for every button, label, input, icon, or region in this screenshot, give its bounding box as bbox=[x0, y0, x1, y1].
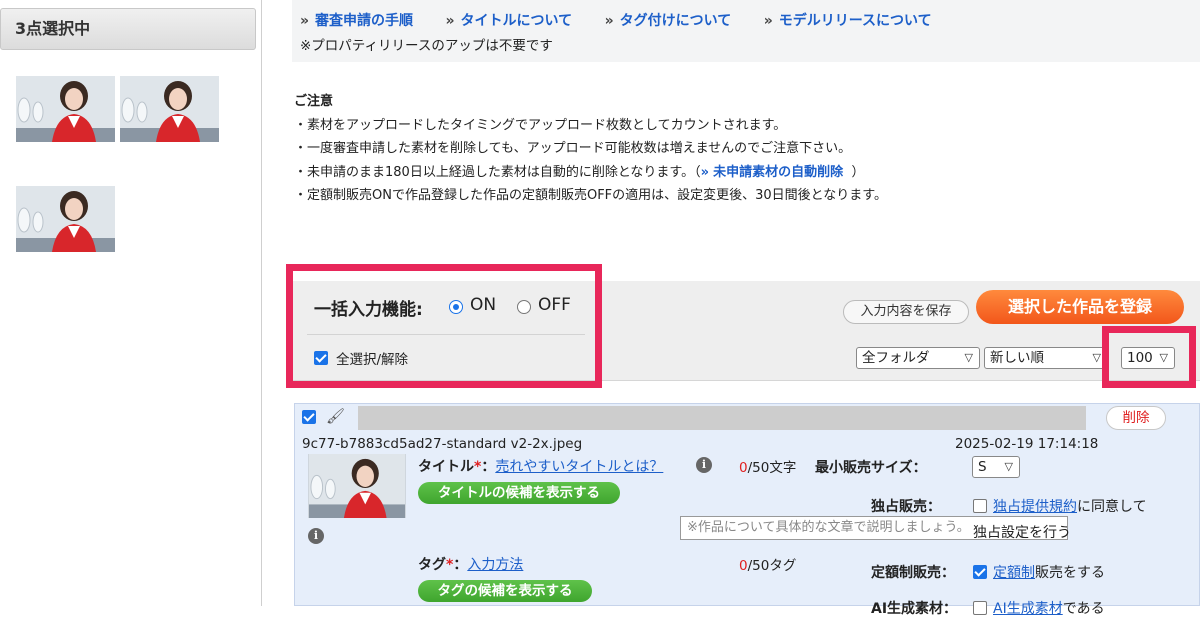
caution-line: ・一度審査申請した素材を削除しても、アップロード可能枚数は増えませんのでご注意下… bbox=[294, 141, 852, 156]
exclusive-checkbox[interactable] bbox=[973, 499, 987, 513]
register-selected-button[interactable]: 選択した作品を登録 bbox=[976, 290, 1184, 324]
ai-generated-checkbox[interactable] bbox=[973, 601, 987, 615]
item-thumbnail[interactable] bbox=[308, 454, 406, 518]
item-select-checkbox[interactable] bbox=[302, 410, 316, 424]
guide-links: » 審査申請の手順 » タイトルについて » タグ付けについて » モデルリリースについ… bbox=[300, 10, 960, 30]
caution-line: ・定額制販売ONで作品登録した作品の定額制販売OFFの適用は、設定変更後、30日… bbox=[294, 188, 887, 203]
tag-suggest-button[interactable]: タグの候補を表示する bbox=[418, 580, 592, 602]
selection-sidebar: 3点選択中 bbox=[0, 0, 262, 606]
tag-field-label: タグ*：入力方法 bbox=[418, 557, 524, 573]
item-bar bbox=[358, 406, 1086, 430]
photo-image bbox=[308, 454, 406, 518]
link-about-tags[interactable]: » タグ付けについて bbox=[605, 13, 732, 29]
ai-generated-text: AI生成素材である bbox=[993, 601, 1105, 617]
chevron-down-icon: ▽ bbox=[1004, 460, 1013, 473]
ai-generated-link[interactable]: AI生成素材 bbox=[993, 601, 1063, 617]
save-input-button[interactable]: 入力内容を保存 bbox=[843, 300, 969, 324]
highlight-box bbox=[1102, 326, 1196, 388]
auto-delete-link[interactable]: 未申請素材の自動削除 bbox=[713, 165, 843, 180]
link-review-steps[interactable]: » 審査申請の手順 bbox=[300, 13, 413, 29]
title-help-link[interactable]: 売れやすいタイトルとは？ bbox=[495, 459, 663, 475]
chevron-down-icon: ▽ bbox=[964, 351, 973, 364]
info-icon[interactable]: i bbox=[696, 457, 712, 473]
selected-count-header: 3点選択中 bbox=[0, 8, 256, 50]
photo-image bbox=[120, 76, 219, 142]
caution-line: ・未申請のまま180日以上経過した素材は自動的に削除となります。（» 未申請素材… bbox=[294, 164, 865, 180]
subscription-link[interactable]: 定額制 bbox=[993, 565, 1035, 581]
main-content: » 審査申請の手順 » タイトルについて » タグ付けについて » モデルリリースについ… bbox=[262, 0, 1200, 617]
min-size-select[interactable]: S ▽ bbox=[972, 456, 1020, 478]
exclusive-agreement: 独占提供規約に同意して bbox=[993, 499, 1147, 515]
ai-generated-label: AI生成素材： bbox=[871, 601, 958, 617]
selected-thumbnail[interactable] bbox=[16, 186, 115, 252]
item-timestamp: 2025-02-19 17:14:18 bbox=[955, 436, 1099, 452]
min-size-label: 最小販売サイズ： bbox=[815, 460, 927, 476]
chevron-down-icon: ▽ bbox=[1092, 351, 1101, 364]
selected-thumbnail[interactable] bbox=[16, 76, 115, 142]
highlight-box bbox=[286, 264, 602, 388]
exclusive-terms-link[interactable]: 独占提供規約 bbox=[993, 499, 1077, 515]
photo-image bbox=[16, 186, 115, 252]
folder-select[interactable]: 全フォルダ ▽ bbox=[856, 347, 980, 369]
delete-item-button[interactable]: 削除 bbox=[1106, 406, 1166, 430]
link-about-title[interactable]: » タイトルについて bbox=[446, 13, 573, 29]
sort-select[interactable]: 新しい順 ▽ bbox=[984, 347, 1108, 369]
property-release-note: ※プロパティリリースのアップは不要です bbox=[300, 38, 553, 54]
subscription-text: 定額制販売をする bbox=[993, 565, 1105, 581]
caution-title: ご注意 bbox=[294, 94, 334, 109]
selected-thumbnail[interactable] bbox=[120, 76, 219, 142]
exclusive-label: 独占販売： bbox=[871, 499, 941, 515]
info-icon[interactable]: i bbox=[308, 528, 324, 544]
caution-notes: ご注意 ・素材をアップロードしたタイミングでアップロード枚数としてカウントされま… bbox=[294, 90, 887, 208]
link-model-release[interactable]: » モデルリリースについて bbox=[764, 13, 932, 29]
subscription-label: 定額制販売： bbox=[871, 565, 955, 581]
title-char-count: 0/50文字 bbox=[739, 460, 797, 476]
tag-help-link[interactable]: 入力方法 bbox=[467, 557, 523, 573]
photo-image bbox=[16, 76, 115, 142]
brush-icon[interactable]: 🖌 bbox=[326, 407, 345, 425]
guide-links-box: » 審査申請の手順 » タイトルについて » タグ付けについて » モデルリリースについ… bbox=[292, 0, 1200, 62]
title-suggest-button[interactable]: タイトルの候補を表示する bbox=[418, 482, 620, 504]
exclusive-setting-text: 独占設定を行う bbox=[973, 525, 1071, 541]
subscription-checkbox[interactable] bbox=[973, 565, 987, 579]
caution-line: ・素材をアップロードしたタイミングでアップロード枚数としてカウントされます。 bbox=[294, 117, 787, 133]
item-filename: 9c77-b7883cd5ad27-standard v2-2x.jpeg bbox=[302, 436, 583, 452]
title-field-label: タイトル*：売れやすいタイトルとは？ bbox=[418, 459, 664, 475]
tag-count: 0/50タグ bbox=[739, 558, 797, 574]
